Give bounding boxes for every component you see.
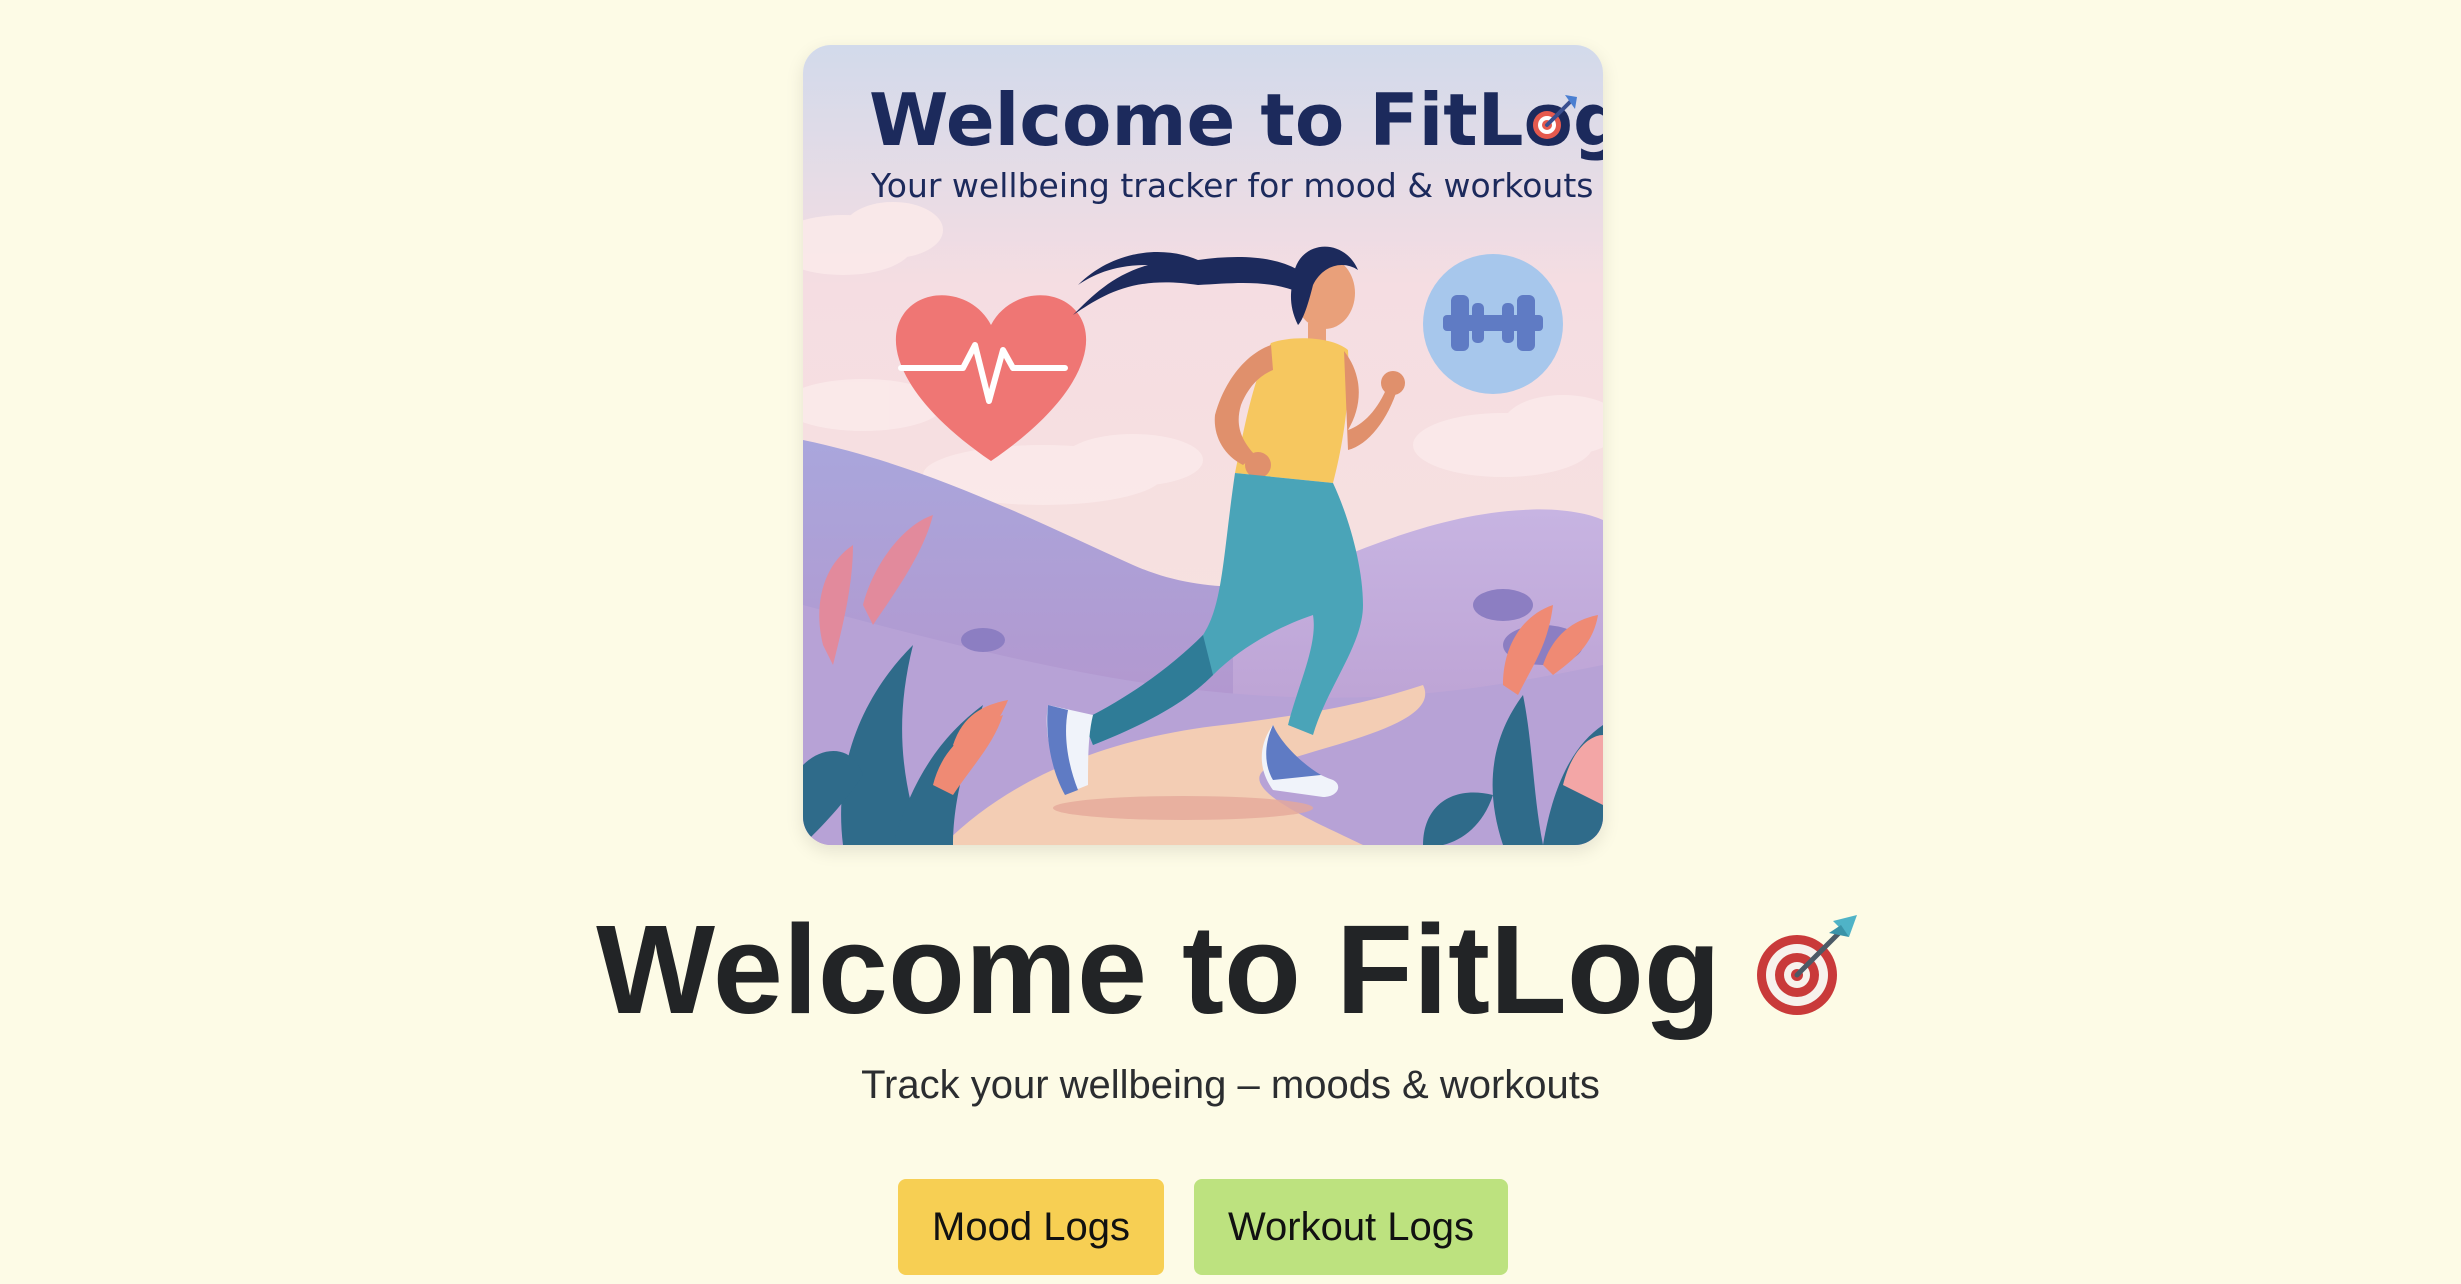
welcome-page: Welcome to FitLog Your wellbeing tracker…	[0, 0, 2461, 1284]
hero-title: Welcome to FitLog	[869, 78, 1603, 162]
hero-illustration: Welcome to FitLog Your wellbeing tracker…	[803, 45, 1603, 845]
workout-logs-button[interactable]: Workout Logs	[1194, 1179, 1508, 1275]
page-tagline: Track your wellbeing – moods & workouts	[861, 1063, 1600, 1107]
mood-logs-button[interactable]: Mood Logs	[898, 1179, 1164, 1275]
page-title-text: Welcome to FitLog	[596, 899, 1721, 1040]
dart-target-icon	[1745, 907, 1865, 1027]
hero-subtitle: Your wellbeing tracker for mood & workou…	[870, 166, 1593, 205]
page-title: Welcome to FitLog	[0, 895, 2461, 1045]
